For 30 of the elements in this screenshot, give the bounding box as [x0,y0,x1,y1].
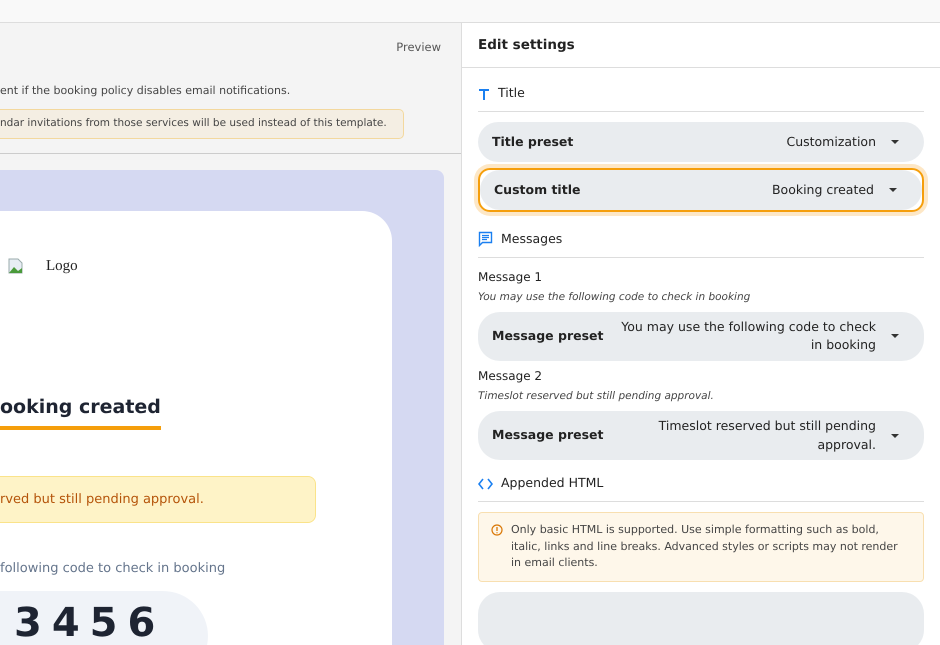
text-icon [478,86,490,101]
message-label: Message 1 [478,268,544,286]
select-field[interactable]: Message preset Timeslot reserved but still pending approval. [478,410,924,460]
preview-label: Preview [395,39,442,56]
message-hint: Timeslot reserved but still pending approval. [478,389,715,404]
chat-icon [478,231,493,248]
select-field[interactable]: Title preset Customization [478,122,924,162]
select-field[interactable]: Message preset You may use the following code to check in booking [478,312,924,361]
code-caption: following code to check in booking [0,560,226,578]
note-text: Only basic HTML is supported. Use simple formatting such as bold, italic, links and line breaks. Advanced styles or scripts may not render in email clients. [511,522,899,571]
check-in-code: 3456 [0,590,208,645]
message-hint: You may use the following code to check in booking [478,290,752,305]
email-alert: rved but still pending approval. [0,476,316,523]
section-heading: Title [498,84,525,102]
caret-icon [888,187,898,193]
message-label: Message 2 [478,368,544,385]
panel-title: Edit settings [462,23,940,68]
caret-icon [890,333,900,340]
select-field[interactable]: Custom title Booking created [480,170,922,210]
caret-icon [890,139,900,145]
section-heading: Messages [501,230,562,248]
email-heading: ooking created [0,393,161,430]
notice-text: ent if the booking policy disables email notifications. [0,83,292,100]
info-icon [491,524,503,536]
caret-icon [890,432,900,438]
logo-alt-text: Logo [46,256,78,276]
broken-image-icon [6,256,24,275]
section-heading: Appended HTML [501,474,604,492]
warning-banner: ndar invitations from those services will be used instead of this template. [0,108,404,138]
code-icon [478,476,493,491]
